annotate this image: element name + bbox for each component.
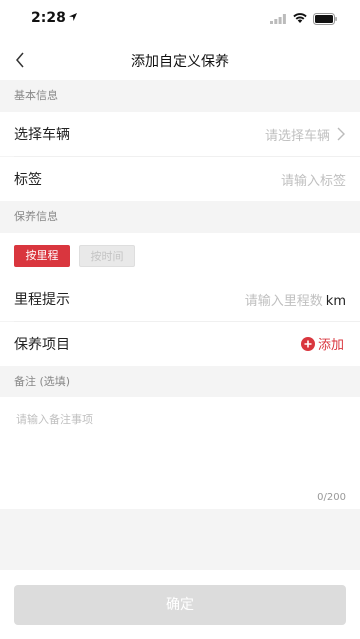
section-header-notes: 备注 (选填)	[0, 366, 360, 398]
mileage-unit: km	[325, 294, 346, 309]
status-time: 2:28	[31, 10, 66, 26]
tag-input[interactable]: 请输入标签	[281, 170, 346, 189]
mode-mileage-button[interactable]: 按里程	[14, 245, 70, 267]
notes-textarea[interactable]: 请输入备注事项 0/200	[0, 397, 360, 509]
notes-char-counter: 0/200	[317, 492, 346, 503]
add-label: 添加	[317, 338, 344, 353]
mileage-input[interactable]: 请输入里程数	[245, 294, 323, 309]
confirm-button[interactable]: 确定	[14, 585, 346, 625]
vehicle-label: 选择车辆	[14, 127, 70, 143]
tag-row[interactable]: 标签 请输入标签	[0, 157, 360, 201]
vehicle-placeholder: 请选择车辆	[264, 129, 330, 144]
maintenance-items-row: 保养项目 添加	[0, 322, 360, 366]
wifi-icon	[293, 13, 307, 23]
mileage-label: 里程提示	[14, 292, 70, 308]
items-label: 保养项目	[14, 337, 70, 353]
footer: 确定	[0, 570, 360, 639]
location-arrow-icon	[69, 13, 77, 21]
tag-label: 标签	[14, 172, 42, 188]
battery-icon	[313, 13, 337, 25]
signal-icon	[270, 14, 286, 24]
plus-circle-icon	[300, 336, 315, 351]
notes-placeholder: 请输入备注事项	[16, 413, 93, 426]
section-header-basic: 基本信息	[0, 80, 360, 112]
status-bar: 2:28	[0, 0, 360, 40]
chevron-right-icon	[337, 127, 345, 141]
select-vehicle-row[interactable]: 选择车辆 请选择车辆	[0, 112, 360, 156]
mileage-row: 里程提示 请输入里程数 km	[0, 277, 360, 321]
mileage-field[interactable]: 请输入里程数 km	[245, 290, 346, 309]
section-header-maintenance: 保养信息	[0, 201, 360, 233]
mode-time-button[interactable]: 按时间	[79, 245, 135, 267]
nav-bar: 添加自定义保养	[0, 40, 360, 80]
mode-toggle-row: 按里程 按时间	[0, 233, 360, 277]
page-title: 添加自定义保养	[131, 54, 229, 70]
add-item-button[interactable]: 添加	[300, 334, 344, 353]
